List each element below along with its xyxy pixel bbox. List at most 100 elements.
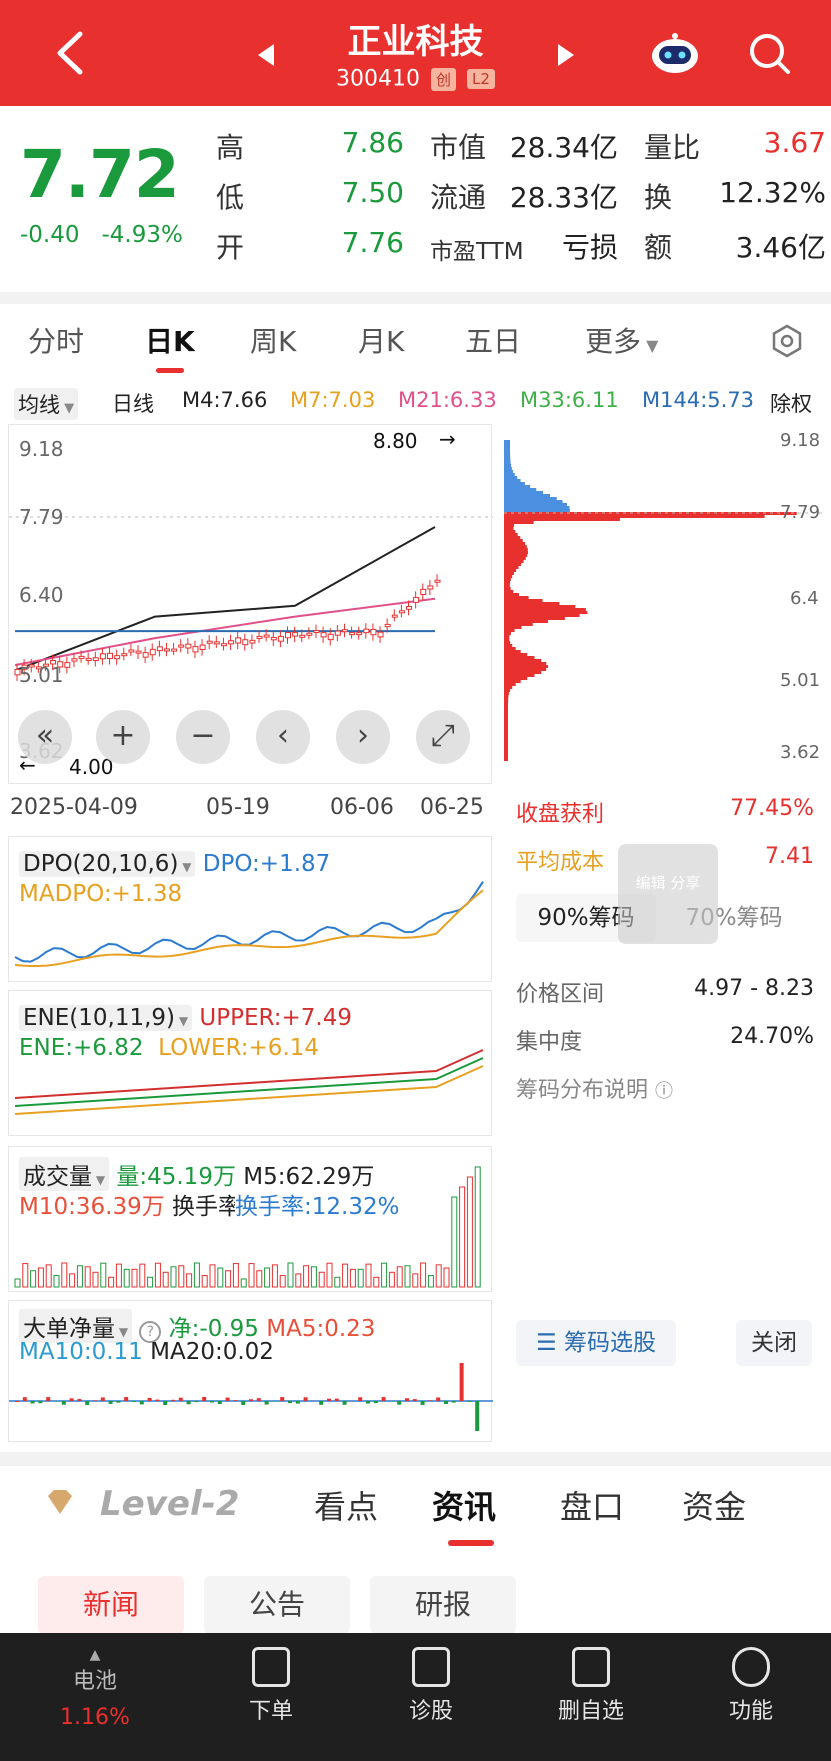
ma-toggle[interactable]: 均线 ▼ xyxy=(14,388,79,420)
tab-five-day[interactable]: 五日 xyxy=(465,320,521,360)
volume-bar xyxy=(22,1263,29,1288)
chip-explain-row[interactable]: 筹码分布说明 ⓘ xyxy=(516,1072,814,1104)
candle-body xyxy=(270,636,277,641)
candle-body xyxy=(149,648,156,656)
volume-bar xyxy=(443,1267,450,1288)
ma-line xyxy=(14,526,436,672)
volume-bar xyxy=(248,1263,255,1288)
tab-more[interactable]: 更多 ▼ xyxy=(585,320,658,360)
net-bar xyxy=(116,1401,121,1403)
subtab-news[interactable]: 新闻 xyxy=(38,1576,184,1634)
ene-lower: LOWER:+6.14 xyxy=(158,1035,320,1061)
diagnose-button[interactable]: 诊股 xyxy=(376,1647,486,1725)
volume-bar xyxy=(287,1262,294,1288)
chip-bar xyxy=(504,758,508,761)
chip-bar xyxy=(504,482,525,485)
dpo-panel[interactable]: DPO(20,10,6) ▼ DPO:+1.87 MADPO:+1.38 xyxy=(8,836,492,982)
subtab-research[interactable]: 研报 xyxy=(370,1576,516,1634)
robot-assistant-icon[interactable] xyxy=(648,32,702,76)
chip-bar xyxy=(504,626,522,629)
net-volume-panel[interactable]: 大单净量 ▼ ? 净:-0.95 MA5:0.23 MA10:0.11 MA20… xyxy=(8,1300,493,1442)
candle-body xyxy=(107,652,114,659)
tab-daily-k[interactable]: 日K xyxy=(145,320,195,360)
chip-bar xyxy=(504,755,508,758)
dpo-indicator-select[interactable]: DPO(20,10,6) ▼ xyxy=(19,851,196,877)
net-bar xyxy=(147,1397,152,1401)
net-bar xyxy=(420,1401,425,1405)
divider xyxy=(0,1452,831,1466)
net-bar xyxy=(405,1398,409,1401)
adjust-mode[interactable]: 除权 xyxy=(770,388,812,418)
chip-bar xyxy=(504,485,531,488)
rewind-button[interactable]: « xyxy=(18,710,72,764)
volume-bar xyxy=(225,1270,232,1288)
ene-panel[interactable]: ENE(10,11,9) ▼ UPPER:+7.49 ENE:+6.82 LOW… xyxy=(8,990,492,1136)
chip-select-button[interactable]: ☰ 筹码选股 xyxy=(516,1320,676,1366)
tab-order-book[interactable]: 盘口 xyxy=(560,1482,624,1528)
net-bar xyxy=(93,1400,97,1401)
fullscreen-button[interactable]: ⤢ xyxy=(416,710,470,764)
prev-button[interactable]: ‹ xyxy=(256,710,310,764)
chip-bar xyxy=(504,503,567,506)
kline-y-label: 7.79 xyxy=(19,505,64,529)
volume-indicator-select[interactable]: 成交量 ▼ xyxy=(19,1157,110,1191)
chip-close-button[interactable]: 关闭 xyxy=(736,1320,812,1366)
remove-watchlist-button[interactable]: 删自选 xyxy=(536,1647,646,1725)
chevron-down-icon: ▼ xyxy=(115,1325,129,1339)
subtab-announcements[interactable]: 公告 xyxy=(204,1576,350,1634)
change-value: -0.40 xyxy=(20,222,80,248)
chip-bar xyxy=(504,746,508,749)
zoom-out-button[interactable]: − xyxy=(176,710,230,764)
tab-level2[interactable]: Level-2 xyxy=(100,1484,239,1524)
tab-highlights[interactable]: 看点 xyxy=(314,1482,378,1528)
net-bar xyxy=(85,1401,90,1405)
floating-share-button[interactable]: 编辑 分享 xyxy=(618,844,718,944)
candle-body xyxy=(427,585,434,590)
chip-bar xyxy=(504,713,509,716)
range-row: 价格区间 4.97 - 8.23 xyxy=(516,976,814,1008)
tab-weekly-k[interactable]: 周K xyxy=(250,320,296,360)
candle-body xyxy=(370,628,377,636)
ma-m144: M144:5.73 xyxy=(642,388,755,412)
candle-body xyxy=(128,649,135,653)
functions-label: 功能 xyxy=(728,1699,773,1724)
chip-histogram xyxy=(504,440,824,761)
next-button[interactable]: › xyxy=(336,710,390,764)
ene-indicator-select[interactable]: ENE(10,11,9) ▼ xyxy=(19,1005,193,1031)
candle-body xyxy=(64,662,71,668)
volume-bar xyxy=(388,1271,395,1288)
order-button[interactable]: 下单 xyxy=(216,1647,326,1725)
settings-icon[interactable] xyxy=(770,324,804,358)
tab-intraday[interactable]: 分时 xyxy=(28,320,84,360)
net-bar xyxy=(334,1398,339,1401)
chip-bar xyxy=(504,476,518,479)
chip-bar xyxy=(504,605,576,608)
net-bar xyxy=(303,1397,308,1401)
tab-news-info[interactable]: 资讯 xyxy=(432,1482,496,1528)
zoom-in-button[interactable]: + xyxy=(96,710,150,764)
chip-bar xyxy=(504,731,508,734)
functions-button[interactable]: 功能 xyxy=(696,1647,806,1725)
next-stock-icon[interactable] xyxy=(558,44,574,66)
volume-bar xyxy=(459,1186,466,1288)
chip-bar xyxy=(504,635,510,638)
volume-panel[interactable]: 成交量 ▼ 量:45.19万 M5:62.29万 M10:36.39万 换手率:… xyxy=(8,1146,492,1292)
chip-bar xyxy=(504,602,560,605)
candle-body xyxy=(156,646,163,652)
candle-body xyxy=(320,632,327,638)
tab-monthly-k[interactable]: 月K xyxy=(358,320,404,360)
tab-capital[interactable]: 资金 xyxy=(682,1482,746,1528)
search-icon[interactable] xyxy=(748,32,792,76)
battery-button[interactable]: ▲ 电池 1.16% xyxy=(40,1647,150,1730)
net-bar xyxy=(132,1401,136,1402)
stock-code: 300410 xyxy=(336,66,421,92)
ene-name: ENE(10,11,9) xyxy=(23,1005,176,1031)
net-indicator-select[interactable]: 大单净量 ▼ xyxy=(19,1309,133,1343)
chip-bar xyxy=(504,464,512,467)
candle-body xyxy=(263,634,270,638)
chip-bar xyxy=(504,536,521,539)
net-bar xyxy=(186,1401,191,1405)
volume-bar xyxy=(373,1276,380,1288)
float-value: 28.33亿 xyxy=(509,181,618,214)
diagnose-label: 诊股 xyxy=(408,1699,453,1724)
